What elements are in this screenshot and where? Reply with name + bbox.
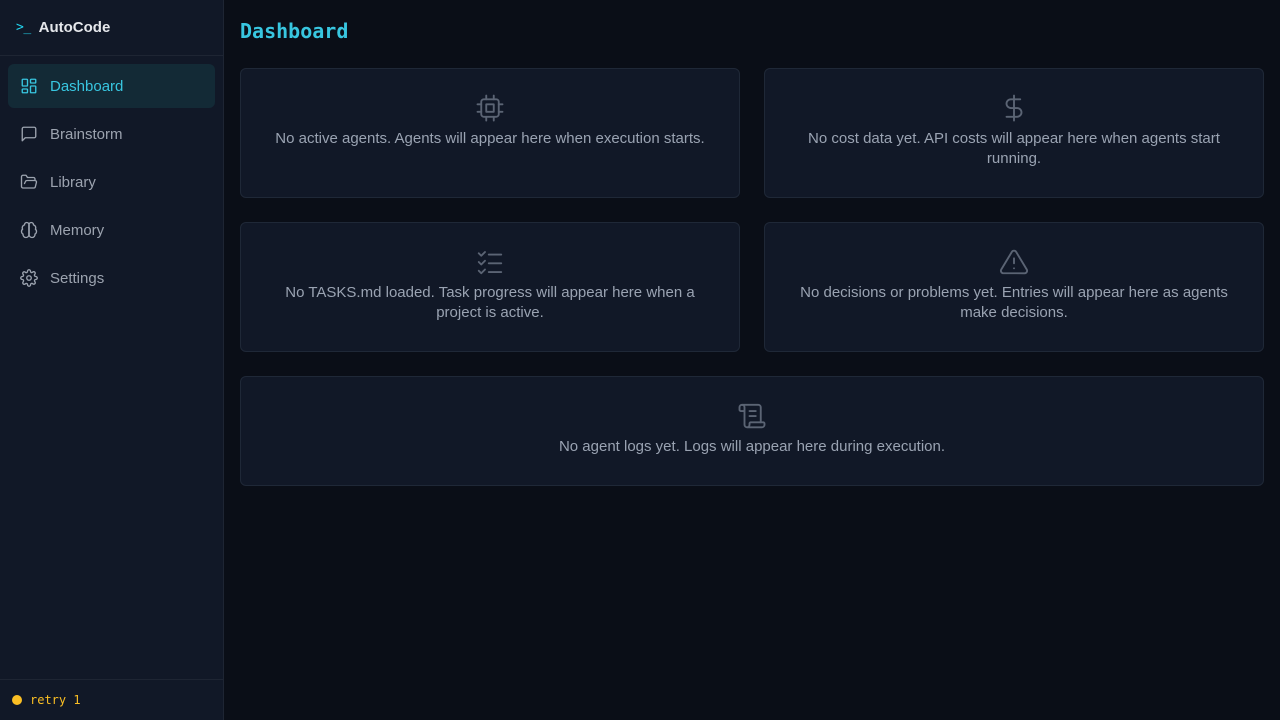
- brain-icon: [20, 221, 38, 239]
- scroll-icon: [738, 403, 766, 429]
- sidebar-item-dashboard[interactable]: Dashboard: [8, 64, 215, 108]
- app: >_ AutoCode Dashboard Brainstorm Library…: [0, 0, 1280, 720]
- main-content: Dashboard No active agents. Agents will …: [224, 0, 1280, 720]
- sidebar-item-memory[interactable]: Memory: [8, 208, 215, 252]
- logs-empty-text: No agent logs yet. Logs will appear here…: [558, 438, 946, 455]
- sidebar: >_ AutoCode Dashboard Brainstorm Library…: [0, 0, 224, 720]
- sidebar-nav: Dashboard Brainstorm Library Memory Sett…: [0, 56, 223, 300]
- decisions-card: No decisions or problems yet. Entries wi…: [764, 222, 1264, 352]
- logs-card: No agent logs yet. Logs will appear here…: [240, 376, 1264, 486]
- connection-status: retry 1: [0, 679, 223, 720]
- folder-icon: [20, 174, 38, 189]
- terminal-prompt-icon: >_: [16, 20, 31, 35]
- sidebar-item-label: Memory: [50, 221, 105, 239]
- checklist-icon: [477, 251, 503, 275]
- costs-empty-text: No cost data yet. API costs will appear …: [808, 130, 1220, 167]
- sidebar-item-label: Dashboard: [50, 77, 124, 95]
- sidebar-item-label: Brainstorm: [50, 125, 123, 143]
- page-title: Dashboard: [240, 19, 349, 43]
- decisions-empty-text: No decisions or problems yet. Entries wi…: [800, 284, 1228, 321]
- gear-icon: [20, 269, 38, 287]
- costs-card: No cost data yet. API costs will appear …: [764, 68, 1264, 198]
- sidebar-item-label: Library: [50, 173, 96, 191]
- dashboard-icon: [21, 78, 37, 94]
- dollar-icon: [1005, 94, 1023, 122]
- tasks-card: No TASKS.md loaded. Task progress will a…: [240, 222, 740, 352]
- warning-icon: [1000, 249, 1028, 275]
- agents-empty-text: No active agents. Agents will appear her…: [275, 130, 705, 147]
- sidebar-item-label: Settings: [50, 269, 105, 287]
- sidebar-item-library[interactable]: Library: [8, 160, 215, 204]
- chat-icon: [21, 126, 37, 142]
- status-text: retry 1: [30, 693, 81, 707]
- brand: >_ AutoCode: [0, 0, 223, 56]
- brand-name: AutoCode: [38, 19, 111, 36]
- status-dot-icon: [12, 695, 22, 705]
- tasks-empty-text: No TASKS.md loaded. Task progress will a…: [285, 284, 695, 321]
- sidebar-item-settings[interactable]: Settings: [8, 256, 215, 300]
- agents-card: No active agents. Agents will appear her…: [240, 68, 740, 198]
- sidebar-item-brainstorm[interactable]: Brainstorm: [8, 112, 215, 156]
- cpu-icon: [476, 94, 504, 122]
